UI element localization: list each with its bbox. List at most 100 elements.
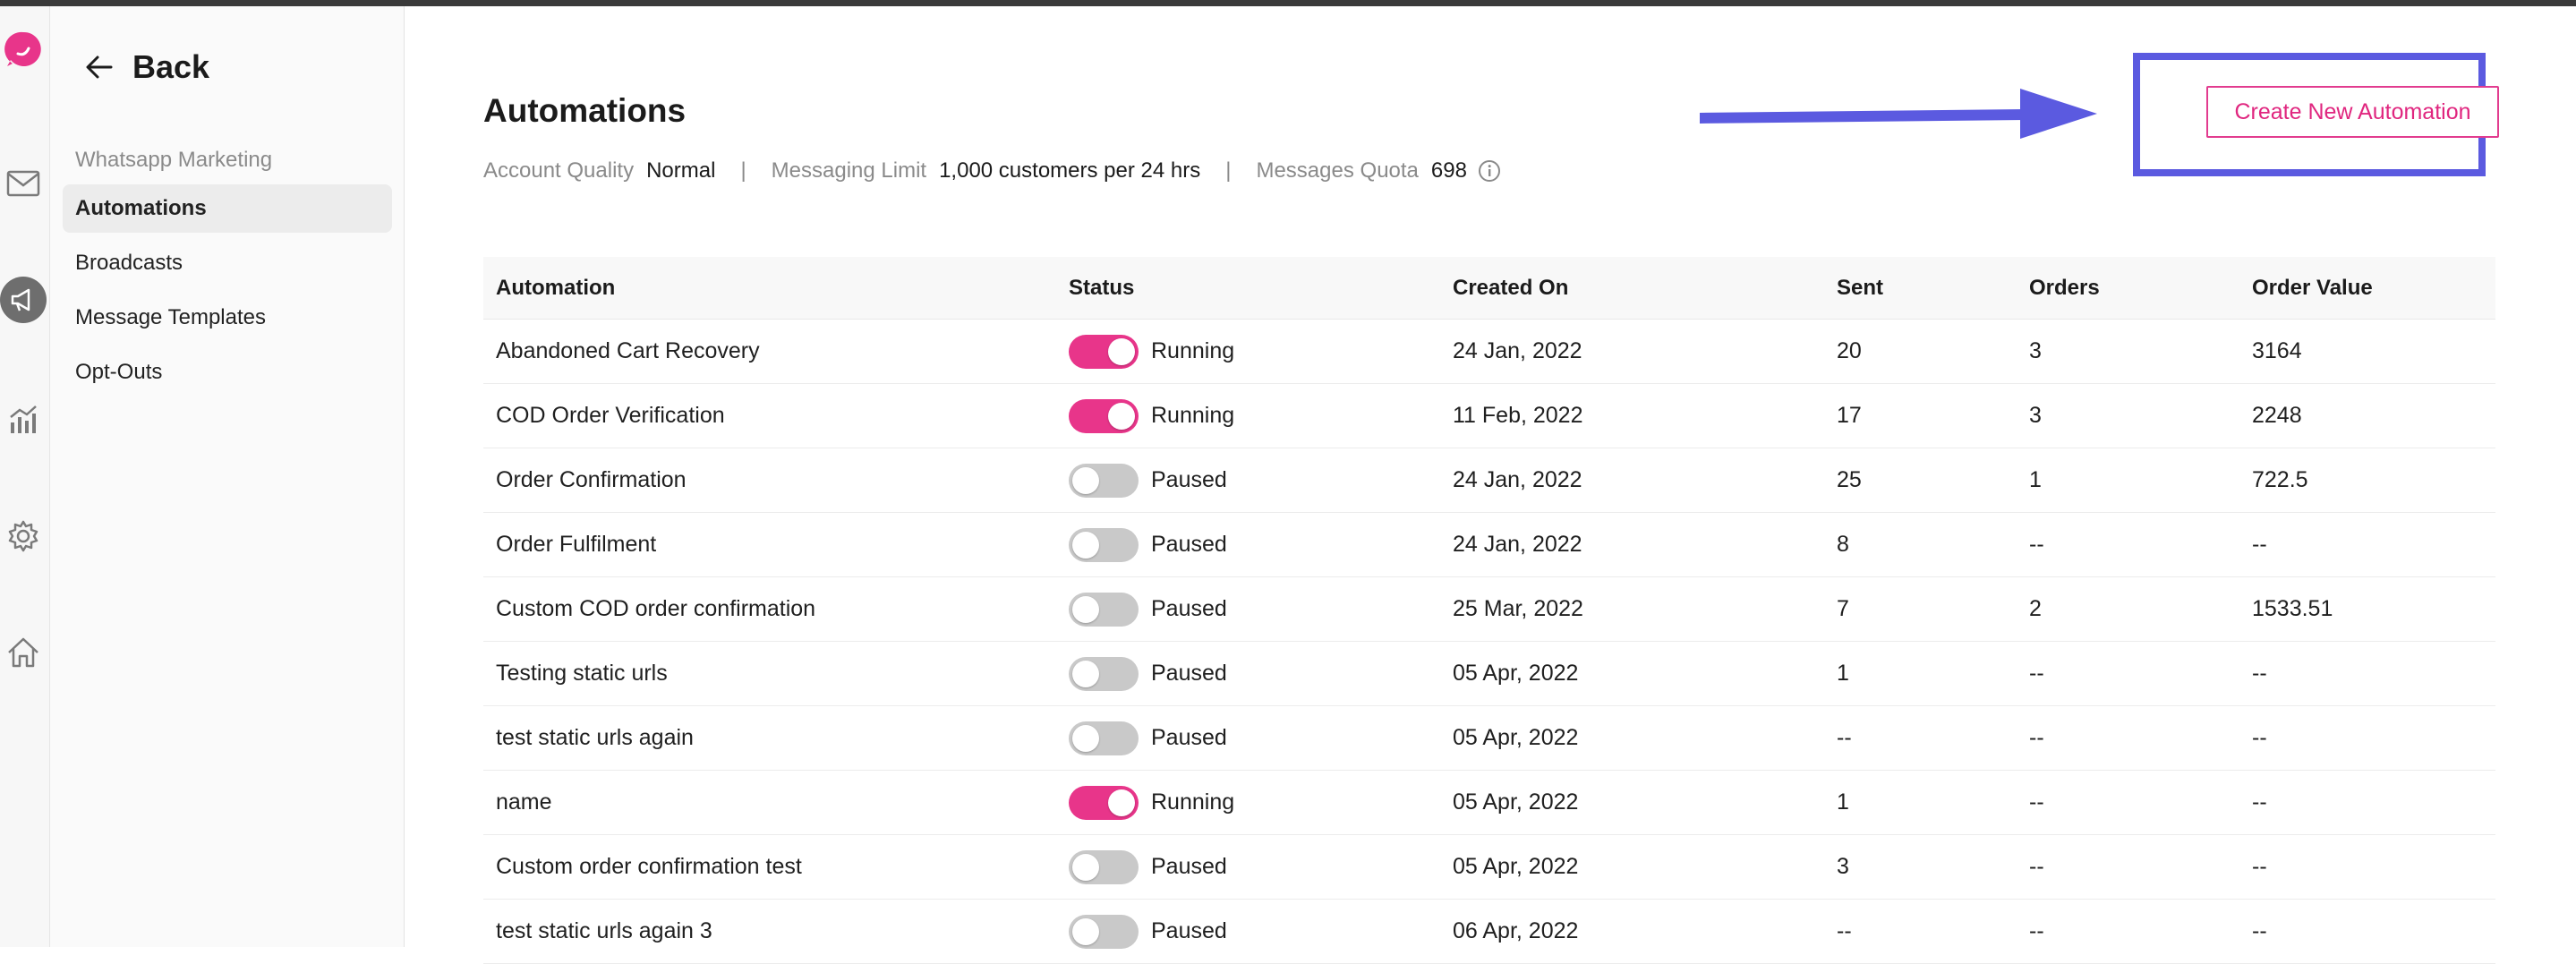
orders-cell: 3	[2029, 338, 2042, 363]
megaphone-icon[interactable]	[0, 277, 47, 323]
status-cell: Paused	[1069, 706, 1227, 770]
sidebar-item-broadcasts[interactable]: Broadcasts	[63, 239, 392, 287]
status-cell: Paused	[1069, 513, 1227, 576]
automation-name[interactable]: test static urls again	[496, 706, 694, 770]
table-row[interactable]: Order Fulfilment Paused 24 Jan, 2022 8 -- --	[483, 513, 2495, 577]
column-header[interactable]: Created On	[1453, 257, 1568, 319]
sent-cell: 1	[1837, 661, 1849, 686]
table-row[interactable]: name Running 05 Apr, 2022 1 -- --	[483, 771, 2495, 835]
created-on-cell: 24 Jan, 2022	[1453, 338, 1582, 363]
status-toggle[interactable]	[1069, 849, 1139, 884]
status-text: Paused	[1151, 532, 1227, 557]
mail-icon[interactable]	[0, 160, 47, 207]
sent-cell: 3	[1837, 854, 1849, 879]
table-row[interactable]: Custom COD order confirmation Paused 25 Ma…	[483, 577, 2495, 642]
toggle-knob	[1072, 917, 1099, 945]
gear-icon[interactable]	[0, 513, 47, 559]
order-value-cell: --	[2252, 725, 2267, 750]
toggle-knob	[1072, 724, 1099, 752]
table-header: Automation Status Created On Sent Orders…	[483, 257, 2495, 320]
status-text: Paused	[1151, 596, 1227, 621]
table-row[interactable]: Abandoned Cart Recovery Running 24 Jan, 20…	[483, 320, 2495, 384]
page-title: Automations	[483, 92, 687, 129]
back-button[interactable]: Back	[86, 42, 209, 92]
automation-name[interactable]: name	[496, 771, 552, 834]
logo-icon[interactable]	[0, 26, 47, 73]
order-value-cell: 1533.51	[2252, 596, 2333, 621]
toggle-knob	[1072, 466, 1099, 494]
icon-rail	[0, 6, 50, 947]
created-on-cell: 05 Apr, 2022	[1453, 725, 1579, 750]
analytics-icon[interactable]	[0, 397, 47, 443]
status-toggle[interactable]	[1069, 527, 1139, 562]
automation-name[interactable]: Order Fulfilment	[496, 513, 656, 576]
status-toggle[interactable]	[1069, 334, 1139, 369]
table-row[interactable]: test static urls again Paused 05 Apr, 2022…	[483, 706, 2495, 771]
orders-cell: --	[2029, 661, 2044, 686]
status-toggle[interactable]	[1069, 656, 1139, 691]
column-header[interactable]: Order Value	[2252, 257, 2373, 319]
column-header[interactable]: Sent	[1837, 257, 1883, 319]
order-value-cell: --	[2252, 854, 2267, 879]
orders-cell: --	[2029, 532, 2044, 557]
info-icon[interactable]	[1478, 159, 1501, 183]
sent-cell: 17	[1837, 403, 1862, 428]
meta-separator: |	[1225, 158, 1232, 183]
status-text: Running	[1151, 789, 1235, 815]
sent-cell: 8	[1837, 532, 1849, 557]
messaging-limit-label: Messaging Limit	[771, 158, 927, 183]
automation-name[interactable]: test static urls again 3	[496, 900, 712, 963]
table-row[interactable]: Testing static urls Paused 05 Apr, 2022 1 --…	[483, 642, 2495, 706]
toggle-knob	[1072, 660, 1099, 687]
status-toggle[interactable]	[1069, 721, 1139, 755]
sent-cell: 20	[1837, 338, 1862, 363]
create-automation-button[interactable]: Create New Automation	[2206, 86, 2499, 138]
table-row[interactable]: Order Confirmation Paused 24 Jan, 2022 25 1 7…	[483, 448, 2495, 513]
orders-cell: 3	[2029, 403, 2042, 428]
order-value-cell: 722.5	[2252, 467, 2308, 492]
sent-cell: --	[1837, 918, 1852, 943]
orders-cell: --	[2029, 789, 2044, 815]
sidebar-item-label: Opt-Outs	[75, 360, 163, 384]
column-header[interactable]: Orders	[2029, 257, 2100, 319]
home-icon[interactable]	[0, 629, 47, 676]
arrow-left-icon	[86, 55, 113, 79]
status-toggle[interactable]	[1069, 398, 1139, 433]
sidebar-item-automations[interactable]: Automations	[63, 184, 392, 233]
status-toggle[interactable]	[1069, 592, 1139, 627]
sidebar-item-message-templates[interactable]: Message Templates	[63, 294, 392, 342]
order-value-cell: 3164	[2252, 338, 2302, 363]
toggle-knob	[1108, 337, 1135, 365]
created-on-cell: 11 Feb, 2022	[1453, 403, 1583, 428]
main-content: Automations Account Quality Normal | Mes…	[405, 6, 2576, 964]
created-on-cell: 24 Jan, 2022	[1453, 532, 1582, 557]
column-header[interactable]: Status	[1069, 257, 1134, 319]
status-text: Paused	[1151, 661, 1227, 686]
status-text: Running	[1151, 338, 1235, 363]
automation-name[interactable]: COD Order Verification	[496, 384, 725, 448]
table-row[interactable]: test static urls again 3 Paused 06 Apr, 20…	[483, 900, 2495, 964]
toggle-knob	[1072, 853, 1099, 881]
status-toggle[interactable]	[1069, 463, 1139, 498]
status-toggle[interactable]	[1069, 785, 1139, 820]
table-row[interactable]: COD Order Verification Running 11 Feb, 202…	[483, 384, 2495, 448]
account-quality-label: Account Quality	[483, 158, 635, 183]
back-label: Back	[132, 48, 210, 85]
order-value-cell: --	[2252, 532, 2267, 557]
order-value-cell: 2248	[2252, 403, 2302, 428]
sidebar-item-opt-outs[interactable]: Opt-Outs	[63, 348, 392, 397]
automation-name[interactable]: Custom order confirmation test	[496, 835, 802, 899]
column-header[interactable]: Automation	[496, 257, 615, 319]
table-row[interactable]: Custom order confirmation test Paused 05 A…	[483, 835, 2495, 900]
orders-cell: 2	[2029, 596, 2042, 621]
orders-cell: --	[2029, 725, 2044, 750]
automation-name[interactable]: Testing static urls	[496, 642, 668, 705]
automation-name[interactable]: Custom COD order confirmation	[496, 577, 815, 641]
created-on-cell: 05 Apr, 2022	[1453, 661, 1579, 686]
created-on-cell: 25 Mar, 2022	[1453, 596, 1583, 621]
automation-name[interactable]: Abandoned Cart Recovery	[496, 320, 760, 383]
status-text: Running	[1151, 403, 1235, 428]
status-toggle[interactable]	[1069, 914, 1139, 949]
automation-name[interactable]: Order Confirmation	[496, 448, 687, 512]
order-value-cell: --	[2252, 789, 2267, 815]
